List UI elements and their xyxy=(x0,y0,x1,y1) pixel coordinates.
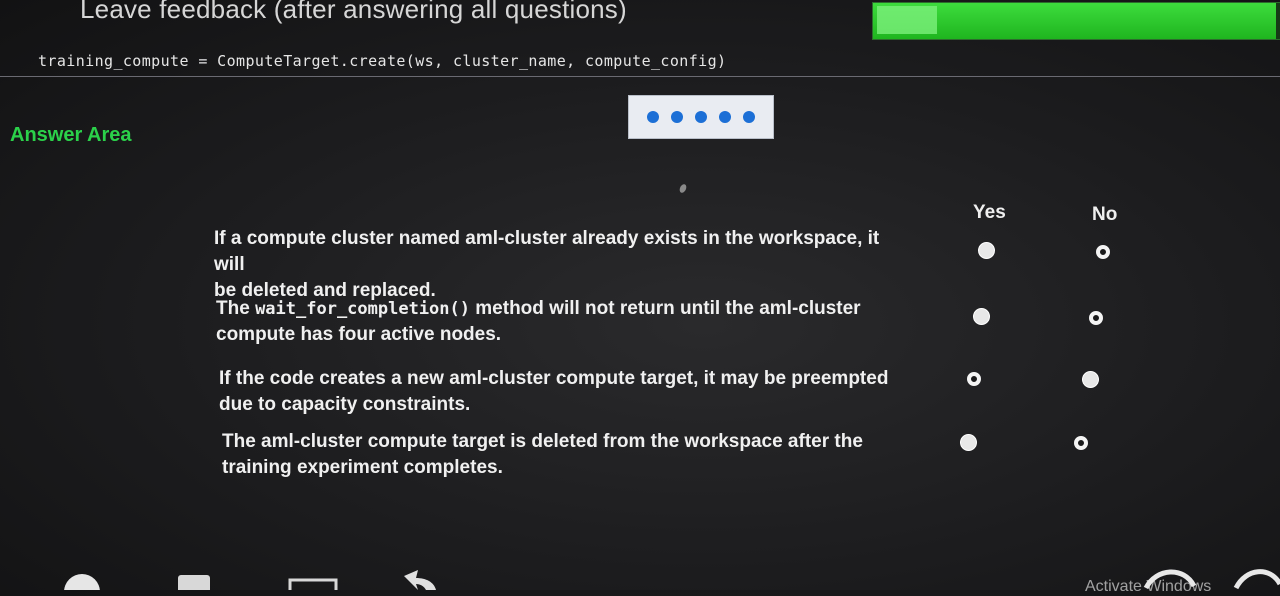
navigation-arrow-icons[interactable] xyxy=(1140,560,1280,590)
statement-text: The xyxy=(216,298,256,319)
radio-yes-4[interactable] xyxy=(960,434,977,451)
method-code: wait_for_completion() xyxy=(255,299,470,319)
dot-icon xyxy=(695,111,707,123)
top-bar: Leave feedback (after answering all ques… xyxy=(0,0,1280,46)
statement-3: If the code creates a new aml-cluster co… xyxy=(219,366,919,418)
answer-area-title: Answer Area xyxy=(10,124,132,146)
dot-icon xyxy=(647,111,659,123)
code-snippet: training_compute = ComputeTarget.create(… xyxy=(38,52,727,70)
dot-icon xyxy=(671,111,683,123)
statement-text: If a compute cluster named aml-cluster a… xyxy=(214,228,880,275)
statement-text: If the code creates a new aml-cluster co… xyxy=(219,368,889,389)
radio-yes-3[interactable] xyxy=(967,372,981,386)
divider xyxy=(0,76,1280,77)
back-arrow-icon[interactable] xyxy=(396,568,440,590)
column-header-no: No xyxy=(1092,204,1118,225)
help-icon[interactable] xyxy=(60,570,104,590)
statement-4: The aml-cluster compute target is delete… xyxy=(222,429,922,481)
radio-yes-2[interactable] xyxy=(973,308,990,325)
statement-text: method will not return until the aml-clu… xyxy=(470,298,861,319)
progress-highlight xyxy=(877,6,937,34)
radio-no-1[interactable] xyxy=(1096,245,1110,259)
progress-bar xyxy=(872,2,1280,40)
radio-no-4[interactable] xyxy=(1074,436,1088,450)
notes-icon[interactable] xyxy=(174,573,214,590)
radio-yes-1[interactable] xyxy=(978,242,995,259)
statement-line: The wait_for_completion() method will no… xyxy=(216,296,916,322)
statement-text: training experiment completes. xyxy=(222,457,503,478)
dot-icon xyxy=(743,111,755,123)
dot-icon xyxy=(719,111,731,123)
statement-text: due to capacity constraints. xyxy=(219,394,471,415)
radio-no-3[interactable] xyxy=(1082,371,1099,388)
radio-no-2[interactable] xyxy=(1089,311,1103,325)
calculator-icon[interactable] xyxy=(288,578,338,590)
statement-text: The aml-cluster compute target is delete… xyxy=(222,431,863,452)
statement-text: compute has four active nodes. xyxy=(216,324,502,345)
more-content-button[interactable] xyxy=(628,95,774,139)
statement-2: The wait_for_completion() method will no… xyxy=(216,296,916,348)
statement-1: If a compute cluster named aml-cluster a… xyxy=(214,226,914,304)
mouse-cursor-icon xyxy=(678,183,688,194)
leave-feedback-link[interactable]: Leave feedback (after answering all ques… xyxy=(80,0,627,25)
column-header-yes: Yes xyxy=(973,202,1006,223)
